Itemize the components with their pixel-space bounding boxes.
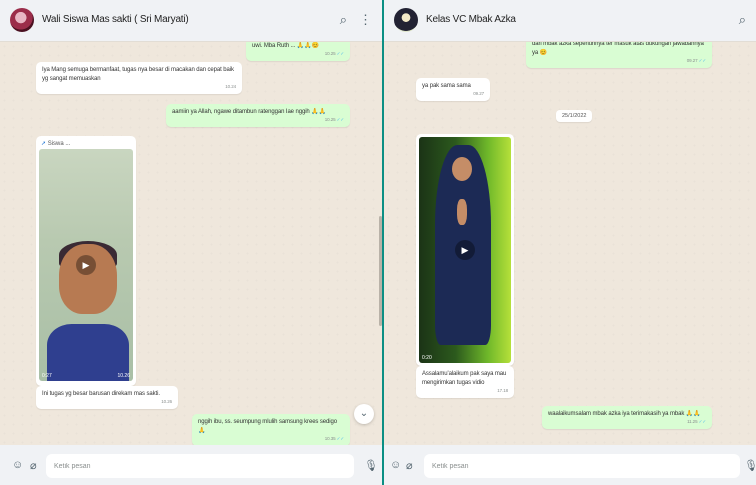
microphone-icon[interactable]: 🎙 bbox=[744, 459, 756, 472]
message-time: 10.26 bbox=[117, 373, 130, 379]
emoji-icon[interactable]: ☺ bbox=[12, 459, 23, 471]
video-duration: 0:20 bbox=[422, 355, 432, 361]
message-time: 10.25 bbox=[324, 51, 336, 56]
video-duration: 0:27 bbox=[42, 373, 52, 379]
message-list: uwi. Mba Ruth ... 🙏🙏😊 10.25 ✓✓ Iya Mang … bbox=[0, 42, 382, 445]
chat-title: Kelas VC Mbak Azka bbox=[426, 14, 516, 25]
emoji-icon[interactable]: ☺ bbox=[390, 459, 401, 471]
attach-icon[interactable]: ⌀ bbox=[30, 459, 37, 472]
video-message[interactable]: ➚ Siswa ... ▶ 0:27 10.26 bbox=[36, 136, 136, 386]
status-label: ➚ Siswa ... bbox=[41, 141, 71, 147]
video-message[interactable]: ▶ 0:20 bbox=[416, 134, 514, 366]
chat-pane-right: Kelas VC Mbak Azka ⌕ dari mbak azka sepe… bbox=[384, 0, 756, 485]
read-receipt-icon: ✓✓ bbox=[336, 51, 344, 56]
composer: ☺ ⌀ 🎙 bbox=[0, 445, 382, 485]
chat-header[interactable]: Wali Siswa Mas sakti ( Sri Maryati) ⌕ ⋮ bbox=[0, 0, 382, 42]
read-receipt-icon: ✓✓ bbox=[336, 436, 344, 441]
message-time: 10.25 bbox=[324, 117, 336, 122]
chat-title: Wali Siswa Mas sakti ( Sri Maryati) bbox=[42, 14, 189, 25]
chat-pane-left: Wali Siswa Mas sakti ( Sri Maryati) ⌕ ⋮ … bbox=[0, 0, 382, 485]
avatar[interactable] bbox=[10, 8, 34, 32]
message-text: Iya Mang semuga bermanfaat, tugas nya be… bbox=[42, 67, 234, 82]
status-icon: ➚ bbox=[41, 141, 47, 147]
message-time: 11.25 bbox=[687, 419, 698, 424]
message-incoming[interactable]: ya pak sama sama 09.27 bbox=[416, 78, 490, 101]
message-input[interactable] bbox=[424, 454, 740, 478]
thumbnail-figure bbox=[457, 199, 467, 225]
date-chip: 25/1/2022 bbox=[556, 110, 593, 122]
message-text: waalaikumsalam mbak azka iya terimakasih… bbox=[548, 411, 701, 417]
message-time: 09.27 bbox=[473, 91, 484, 96]
message-text: Assalamu'alaikum pak saya mau mengirimka… bbox=[422, 371, 507, 386]
message-incoming[interactable]: Assalamu'alaikum pak saya mau mengirimka… bbox=[416, 366, 514, 398]
read-receipt-icon: ✓✓ bbox=[698, 58, 706, 63]
play-icon[interactable]: ▶ bbox=[455, 240, 475, 260]
video-thumbnail[interactable]: ▶ 0:20 bbox=[419, 137, 511, 363]
read-receipt-icon: ✓✓ bbox=[336, 117, 344, 122]
message-time: 10.24 bbox=[225, 84, 236, 89]
microphone-icon[interactable]: 🎙 bbox=[364, 459, 378, 472]
avatar[interactable] bbox=[394, 8, 418, 32]
message-time: 09.27 bbox=[686, 58, 698, 63]
video-thumbnail[interactable]: ▶ 0:27 10.26 bbox=[39, 149, 133, 381]
message-outgoing[interactable]: nggih ibu, ss. seumpung mlulih samsung k… bbox=[192, 414, 350, 445]
message-time: 17.18 bbox=[497, 388, 508, 393]
play-icon[interactable]: ▶ bbox=[76, 255, 96, 275]
message-input-box[interactable] bbox=[46, 454, 354, 478]
message-incoming[interactable]: Ini tugas yg besar barusan direkam mas s… bbox=[36, 386, 178, 409]
search-icon[interactable]: ⌕ bbox=[739, 12, 746, 28]
message-text: aamiin ya Allah, ngawe ditambun ratengga… bbox=[172, 109, 326, 115]
message-input-box[interactable] bbox=[424, 454, 740, 478]
attach-icon[interactable]: ⌀ bbox=[406, 459, 413, 472]
screenshot-root: Wali Siswa Mas sakti ( Sri Maryati) ⌕ ⋮ … bbox=[0, 0, 756, 485]
message-outgoing[interactable]: dari mbak azka sepenuhnya ter masuk atas… bbox=[526, 42, 712, 68]
chat-header[interactable]: Kelas VC Mbak Azka ⌕ bbox=[384, 0, 756, 42]
thumbnail-figure bbox=[452, 157, 472, 181]
message-time: 10.26 bbox=[161, 399, 172, 404]
message-input[interactable] bbox=[46, 454, 354, 478]
composer: ☺ ⌀ 🎙 bbox=[384, 445, 756, 485]
read-receipt-icon: ✓✓ bbox=[698, 419, 706, 424]
message-text: nggih ibu, ss. seumpung mlulih samsung k… bbox=[198, 419, 337, 434]
message-time: 10.35 bbox=[324, 436, 336, 441]
message-text: ya pak sama sama bbox=[422, 83, 471, 89]
message-text: uwi. Mba Ruth ... 🙏🙏😊 bbox=[252, 43, 319, 49]
menu-icon[interactable]: ⋮ bbox=[359, 12, 372, 28]
message-outgoing[interactable]: waalaikumsalam mbak azka iya terimakasih… bbox=[542, 406, 712, 429]
message-incoming[interactable]: Iya Mang semuga bermanfaat, tugas nya be… bbox=[36, 62, 242, 94]
message-text: dari mbak azka sepenuhnya ter masuk atas… bbox=[532, 42, 704, 56]
message-outgoing[interactable]: aamiin ya Allah, ngawe ditambun ratengga… bbox=[166, 104, 350, 127]
scroll-down-button[interactable]: ⌄ bbox=[354, 404, 374, 424]
message-outgoing[interactable]: uwi. Mba Ruth ... 🙏🙏😊 10.25 ✓✓ bbox=[246, 42, 350, 61]
search-icon[interactable]: ⌕ bbox=[340, 12, 347, 28]
message-list: dari mbak azka sepenuhnya ter masuk atas… bbox=[384, 42, 756, 445]
message-text: Ini tugas yg besar barusan direkam mas s… bbox=[42, 391, 160, 397]
